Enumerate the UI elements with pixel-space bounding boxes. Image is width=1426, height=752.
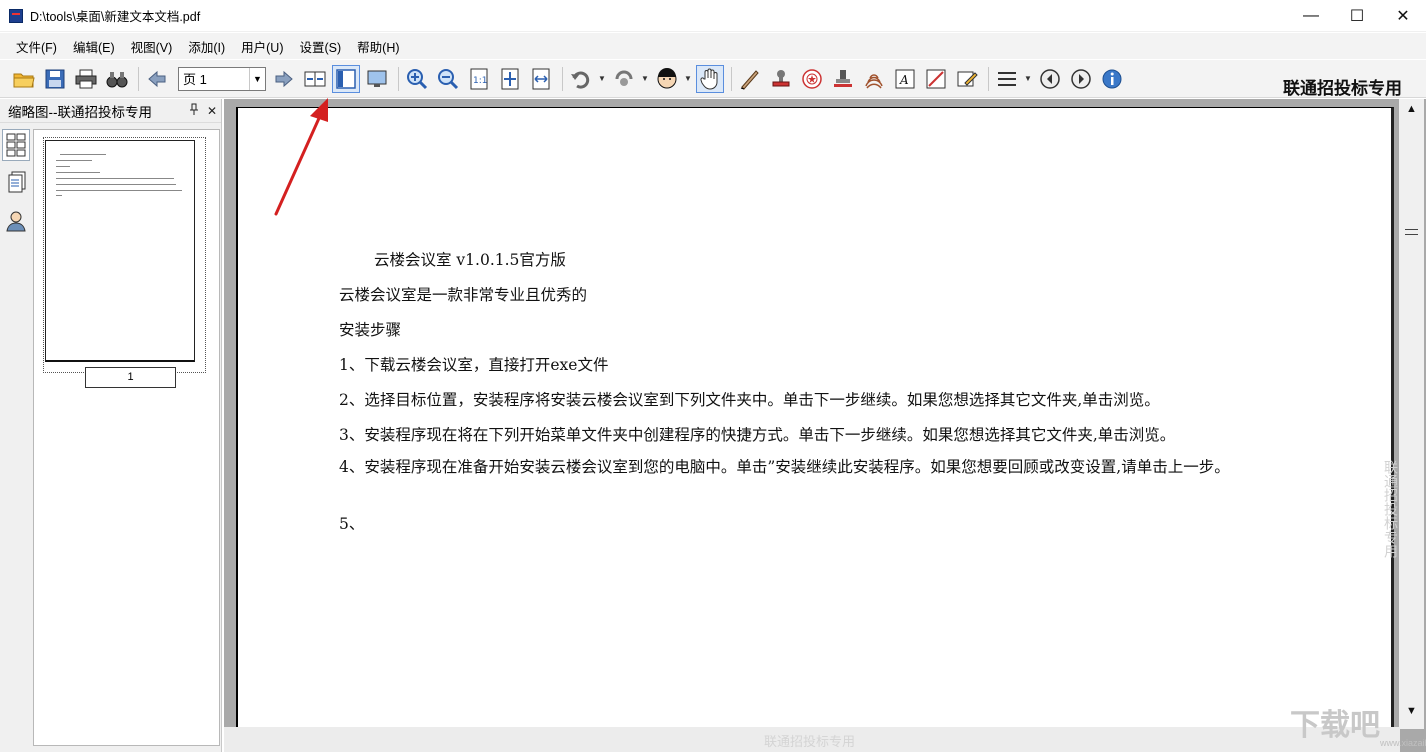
user-face-icon[interactable] bbox=[653, 65, 681, 93]
thumbnail-grid-icon bbox=[6, 133, 26, 157]
menu-settings[interactable]: 设置(S) bbox=[291, 37, 349, 56]
page-thumbnail[interactable] bbox=[45, 140, 195, 362]
doc-title-line: 云楼会议室 v1.0.1.5官方版 bbox=[374, 251, 566, 269]
doc-line: 云楼会议室是一款非常专业且优秀的 bbox=[339, 286, 588, 304]
edit-note-icon[interactable] bbox=[953, 65, 981, 93]
pdf-page: 云楼会议室 v1.0.1.5官方版 云楼会议室是一款非常专业且优秀的 安装步骤 … bbox=[236, 107, 1394, 747]
seal-icon[interactable] bbox=[798, 65, 826, 93]
scroll-down-icon[interactable]: ▼ bbox=[1399, 705, 1424, 717]
scrollbar-grip[interactable] bbox=[1405, 229, 1418, 235]
menu-bar: 文件(F) 编辑(E) 视图(V) 添加(I) 用户(U) 设置(S) 帮助(H… bbox=[0, 33, 1426, 59]
redo-icon[interactable] bbox=[610, 65, 638, 93]
toolbar-separator bbox=[988, 66, 989, 91]
user-dropdown-icon[interactable]: ▼ bbox=[684, 74, 692, 83]
list-menu-icon[interactable] bbox=[993, 65, 1021, 93]
toolbar: 页 1 ▼ 1:1 ▼ ▼ ▼ A ▼ bbox=[0, 60, 1426, 98]
next-page-icon[interactable] bbox=[270, 65, 298, 93]
horizontal-scrollbar[interactable]: 联通招投标专用 bbox=[224, 727, 1400, 752]
pages-stack-icon bbox=[8, 171, 26, 193]
fit-page-icon[interactable] bbox=[496, 65, 524, 93]
undo-dropdown-icon[interactable]: ▼ bbox=[598, 74, 606, 83]
tab-thumbnails[interactable] bbox=[2, 129, 30, 161]
doc-line: 3、安装程序现在将在下列开始菜单文件夹中创建程序的快捷方式。单击下一步继续。如果… bbox=[339, 426, 1176, 444]
thumbnail-page-number: 1 bbox=[85, 367, 176, 388]
thumbnail-panel: 缩略图--联通招投标专用 ✕ 1 ▲ bbox=[0, 99, 252, 752]
close-button[interactable]: ✕ bbox=[1380, 0, 1426, 32]
menu-help[interactable]: 帮助(H) bbox=[349, 37, 407, 56]
doc-line: 2、选择目标位置，安装程序将安装云楼会议室到下列文件夹中。单击下一步继续。如果您… bbox=[339, 391, 1160, 409]
toolbar-separator bbox=[562, 66, 563, 91]
fit-width-icon[interactable] bbox=[527, 65, 555, 93]
doc-line: 安装步骤 bbox=[339, 321, 402, 339]
document-viewport[interactable]: 云楼会议室 v1.0.1.5官方版 云楼会议室是一款非常专业且优秀的 安装步骤 … bbox=[224, 99, 1426, 752]
panel-close-icon[interactable]: ✕ bbox=[203, 104, 221, 118]
svg-text:1:1: 1:1 bbox=[473, 76, 487, 86]
toolbar-separator bbox=[731, 66, 732, 91]
page-number-select[interactable]: 页 1 ▼ bbox=[178, 66, 266, 91]
fit-width-book-icon[interactable] bbox=[301, 65, 329, 93]
maximize-button[interactable]: ☐ bbox=[1334, 0, 1380, 32]
user-icon bbox=[6, 211, 26, 232]
window-title: D:\tools\桌面\新建文本文档.pdf bbox=[30, 10, 201, 24]
toolbar-separator bbox=[398, 66, 399, 91]
previous-page-icon[interactable] bbox=[143, 65, 171, 93]
menu-add[interactable]: 添加(I) bbox=[180, 37, 233, 56]
stamp-tool-icon[interactable] bbox=[829, 65, 857, 93]
fingerprint-icon[interactable] bbox=[860, 65, 888, 93]
info-icon[interactable] bbox=[1098, 65, 1126, 93]
doc-line: 4、安装程序现在准备开始安装云楼会议室到您的电脑中。单击”安装继续此安装程序。如… bbox=[339, 458, 1230, 476]
stamp-icon[interactable] bbox=[767, 65, 795, 93]
pin-icon[interactable] bbox=[185, 103, 203, 118]
menu-edit[interactable]: 编辑(E) bbox=[65, 37, 123, 56]
pen-sign-icon[interactable] bbox=[736, 65, 764, 93]
fullscreen-monitor-icon[interactable] bbox=[363, 65, 391, 93]
zoom-out-icon[interactable] bbox=[434, 65, 462, 93]
print-icon[interactable] bbox=[72, 65, 100, 93]
text-annotation-icon[interactable]: A bbox=[891, 65, 919, 93]
tab-users[interactable] bbox=[2, 205, 30, 237]
minimize-button[interactable]: — bbox=[1288, 0, 1334, 32]
menu-file[interactable]: 文件(F) bbox=[8, 37, 65, 56]
save-icon[interactable] bbox=[41, 65, 69, 93]
bottom-watermark: 联通招投标专用 bbox=[764, 735, 856, 750]
site-url-watermark: www.xiazaiba.com bbox=[1380, 738, 1426, 748]
page-number-value: 页 1 bbox=[183, 72, 207, 87]
sidebar-toggle-icon[interactable] bbox=[332, 64, 360, 93]
site-logo-watermark: 下载吧 bbox=[1290, 708, 1380, 743]
svg-text:A: A bbox=[899, 73, 909, 87]
open-folder-icon[interactable] bbox=[10, 65, 38, 93]
brand-label: 联通招投标专用 bbox=[1283, 79, 1402, 99]
actual-size-icon[interactable]: 1:1 bbox=[465, 65, 493, 93]
thumbnail-panel-title: 缩略图--联通招投标专用 bbox=[8, 104, 152, 120]
redo-dropdown-icon[interactable]: ▼ bbox=[641, 74, 649, 83]
scroll-up-icon[interactable]: ▲ bbox=[1399, 103, 1424, 115]
chevron-down-icon[interactable]: ▼ bbox=[249, 67, 265, 90]
sidebar-tabs bbox=[2, 129, 32, 243]
app-icon bbox=[9, 8, 23, 23]
vertical-watermark: 联通招投标专用 bbox=[1382, 460, 1398, 558]
tab-pages[interactable] bbox=[2, 167, 30, 199]
find-binoculars-icon[interactable] bbox=[103, 65, 131, 93]
thumbnail-list[interactable]: 1 ▲ ▼ bbox=[33, 129, 252, 746]
title-bar: D:\tools\桌面\新建文本文档.pdf — ☐ ✕ bbox=[0, 0, 1426, 32]
window-controls: — ☐ ✕ bbox=[1288, 0, 1426, 32]
doc-line: 1、下载云楼会议室，直接打开exe文件 bbox=[339, 356, 609, 374]
undo-icon[interactable] bbox=[567, 65, 595, 93]
back-circle-icon[interactable] bbox=[1036, 65, 1064, 93]
draw-icon[interactable] bbox=[922, 65, 950, 93]
doc-line: 5、 bbox=[339, 515, 365, 533]
toolbar-separator bbox=[138, 66, 139, 91]
zoom-in-icon[interactable] bbox=[403, 65, 431, 93]
forward-circle-icon[interactable] bbox=[1067, 65, 1095, 93]
menu-view[interactable]: 视图(V) bbox=[123, 37, 181, 56]
menu-user[interactable]: 用户(U) bbox=[233, 37, 291, 56]
thumbnail-panel-header: 缩略图--联通招投标专用 ✕ bbox=[0, 99, 221, 123]
document-scrollbar[interactable]: ▲ ▼ bbox=[1399, 99, 1424, 729]
list-dropdown-icon[interactable]: ▼ bbox=[1024, 74, 1032, 83]
hand-tool-icon[interactable] bbox=[696, 64, 724, 93]
